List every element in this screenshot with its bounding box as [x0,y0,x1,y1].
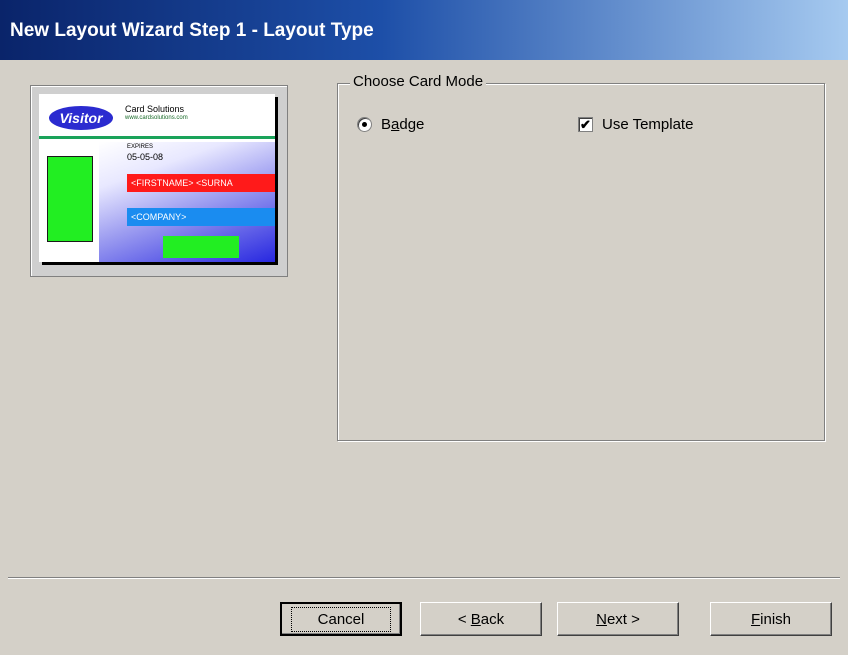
visitor-logo: Visitor [49,106,113,130]
card-date-label: EXPIRES [127,144,154,150]
card-date: 05-05-08 [127,152,164,162]
button-separator [8,577,840,579]
finish-button-label: Finish [750,610,792,628]
card-website: www.cardsolutions.com [125,115,188,121]
card-barcode-placeholder [163,236,239,258]
use-template-option[interactable]: ✔ Use Template [578,116,693,133]
cancel-button[interactable]: Cancel [280,602,402,636]
card-preview: Visitor Card Solutions www.cardsolutions… [39,94,275,262]
back-button-label: < Back [457,610,505,628]
card-preview-panel: Visitor Card Solutions www.cardsolutions… [30,85,288,277]
back-button[interactable]: < Back [420,602,542,636]
card-company-name: Card Solutions [125,104,185,114]
badge-radio-option[interactable]: Badge [357,116,424,133]
card-divider-line [39,136,275,139]
card-photo-placeholder [47,156,93,242]
wizard-title: New Layout Wizard Step 1 - Layout Type [10,20,374,41]
card-mode-legend: Choose Card Mode [350,73,487,90]
next-button-label: Next > [596,610,640,628]
cancel-button-label: Cancel [290,606,392,632]
use-template-label: Use Template [602,116,694,133]
radio-selected-dot [362,122,367,127]
next-button[interactable]: Next > [557,602,679,636]
finish-button[interactable]: Finish [710,602,832,636]
card-name-field: <FIRSTNAME> <SURNA [127,174,275,192]
badge-radio-label: Badge [381,116,425,133]
badge-radio[interactable] [357,117,372,132]
card-date-block: EXPIRES 05-05-08 [127,142,163,162]
wizard-title-bar: New Layout Wizard Step 1 - Layout Type [0,0,848,60]
card-company-field: <COMPANY> [127,208,275,226]
use-template-checkbox[interactable]: ✔ [578,117,593,132]
card-mode-group [337,83,825,441]
